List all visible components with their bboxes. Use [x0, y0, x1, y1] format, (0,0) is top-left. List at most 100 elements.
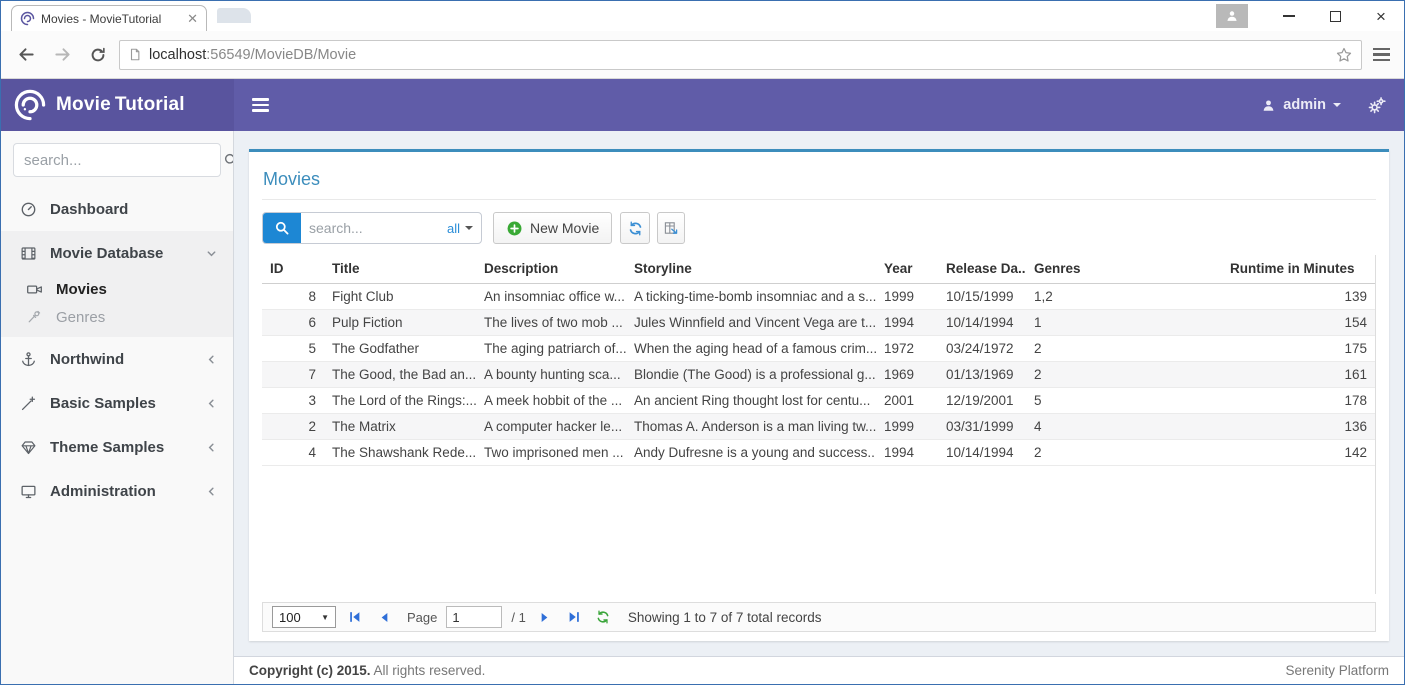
sidebar-search[interactable]: [13, 143, 221, 177]
browser-profile-button[interactable]: [1216, 4, 1248, 28]
sidebar-item-movie-database[interactable]: Movie Database: [1, 231, 233, 275]
sidebar-item-administration[interactable]: Administration: [1, 469, 233, 513]
column-header-title[interactable]: Title: [324, 255, 476, 284]
table-row[interactable]: 8 Fight Club An insomniac office w... A …: [262, 284, 1375, 310]
cell-description: The aging patriarch of...: [476, 336, 626, 362]
table-row[interactable]: 6 Pulp Fiction The lives of two mob ... …: [262, 310, 1375, 336]
chevron-down-icon: ▼: [321, 613, 329, 622]
cell-description: An insomniac office w...: [476, 284, 626, 310]
settings-cogs-icon[interactable]: [1367, 96, 1386, 115]
reload-button[interactable]: [83, 40, 113, 70]
sidebar-item-movies[interactable]: Movies: [1, 275, 233, 303]
forward-button[interactable]: [47, 40, 77, 70]
chevron-left-icon: [206, 354, 217, 365]
grid-header-row: ID Title Description Storyline Year Rele…: [262, 255, 1375, 284]
cell-runtime: 136: [1222, 414, 1375, 440]
grid-pager: 100 ▼ Page / 1: [262, 602, 1376, 632]
cell-title-link[interactable]: The Matrix: [324, 414, 476, 440]
column-header-genres[interactable]: Genres: [1026, 255, 1222, 284]
column-header-year[interactable]: Year: [876, 255, 938, 284]
sidebar: Dashboard Movie Database: [1, 131, 234, 684]
cell-id[interactable]: 4: [262, 440, 324, 466]
chevron-left-icon: [206, 442, 217, 453]
new-movie-label: New Movie: [530, 220, 599, 236]
refresh-icon: [627, 220, 644, 237]
page-title: Movies: [263, 169, 1376, 190]
sidebar-item-label: Dashboard: [50, 201, 128, 218]
back-button[interactable]: [11, 40, 41, 70]
cell-genres: 2: [1026, 336, 1222, 362]
cell-storyline: An ancient Ring thought lost for centu..…: [626, 388, 876, 414]
browser-menu-button[interactable]: [1368, 48, 1394, 62]
column-picker-button[interactable]: [657, 212, 685, 244]
cell-id[interactable]: 8: [262, 284, 324, 310]
cell-storyline: Andy Dufresne is a young and success...: [626, 440, 876, 466]
column-header-runtime[interactable]: Runtime in Minutes: [1222, 255, 1375, 284]
column-header-description[interactable]: Description: [476, 255, 626, 284]
browser-tab[interactable]: Movies - MovieTutorial ✕: [11, 5, 207, 31]
cell-title-link[interactable]: The Good, the Bad an...: [324, 362, 476, 388]
column-header-release-date[interactable]: Release Da...: [938, 255, 1026, 284]
cell-id[interactable]: 7: [262, 362, 324, 388]
data-grid: ID Title Description Storyline Year Rele…: [262, 255, 1376, 594]
window-minimize-button[interactable]: [1266, 2, 1312, 30]
sidebar-item-basic-samples[interactable]: Basic Samples: [1, 381, 233, 425]
magic-wand-icon: [17, 395, 39, 412]
new-tab-button[interactable]: [217, 8, 251, 23]
user-menu[interactable]: admin: [1261, 97, 1341, 113]
sidebar-item-northwind[interactable]: Northwind: [1, 337, 233, 381]
last-page-button[interactable]: [564, 607, 584, 627]
next-page-button[interactable]: [535, 607, 555, 627]
column-header-id[interactable]: ID: [262, 255, 324, 284]
sidebar-search-input[interactable]: [24, 152, 223, 169]
cell-title-link[interactable]: The Lord of the Rings:...: [324, 388, 476, 414]
tab-close-icon[interactable]: ✕: [187, 11, 198, 27]
sidebar-item-theme-samples[interactable]: Theme Samples: [1, 425, 233, 469]
cell-storyline: A ticking-time-bomb insomniac and a s...: [626, 284, 876, 310]
cell-id[interactable]: 5: [262, 336, 324, 362]
cell-title-link[interactable]: Fight Club: [324, 284, 476, 310]
cell-year: 1999: [876, 284, 938, 310]
previous-page-button[interactable]: [374, 607, 394, 627]
table-row[interactable]: 5 The Godfather The aging patriarch of..…: [262, 336, 1375, 362]
column-header-storyline[interactable]: Storyline: [626, 255, 876, 284]
search-field-dropdown[interactable]: all: [445, 213, 481, 243]
brand-logo[interactable]: MovieTutorial: [1, 79, 234, 131]
cell-id[interactable]: 6: [262, 310, 324, 336]
window-close-button[interactable]: ×: [1358, 2, 1404, 30]
table-row[interactable]: 4 The Shawshank Rede... Two imprisoned m…: [262, 440, 1375, 466]
quick-search-input[interactable]: [301, 213, 445, 243]
favicon-swirl-icon: [20, 11, 35, 26]
cell-genres: 4: [1026, 414, 1222, 440]
page-size-value: 100: [279, 610, 301, 625]
page-size-select[interactable]: 100 ▼: [272, 606, 336, 628]
sidebar-item-label: Movies: [56, 281, 107, 298]
table-row[interactable]: 7 The Good, the Bad an... A bounty hunti…: [262, 362, 1375, 388]
bookmark-star-icon[interactable]: [1335, 46, 1353, 64]
app-header: MovieTutorial admin: [1, 79, 1404, 131]
cell-runtime: 142: [1222, 440, 1375, 466]
window-maximize-button[interactable]: [1312, 2, 1358, 30]
cell-title-link[interactable]: Pulp Fiction: [324, 310, 476, 336]
maximize-icon: [1330, 11, 1341, 22]
sidebar-item-dashboard[interactable]: Dashboard: [1, 187, 233, 231]
cell-id[interactable]: 3: [262, 388, 324, 414]
table-row[interactable]: 2 The Matrix A computer hacker le... Tho…: [262, 414, 1375, 440]
refresh-grid-button[interactable]: [620, 212, 650, 244]
cell-title-link[interactable]: The Shawshank Rede...: [324, 440, 476, 466]
table-row[interactable]: 3 The Lord of the Rings:... A meek hobbi…: [262, 388, 1375, 414]
pager-refresh-icon[interactable]: [593, 607, 613, 627]
sidebar-item-genres[interactable]: Genres: [1, 303, 233, 331]
cell-id[interactable]: 2: [262, 414, 324, 440]
first-page-button[interactable]: [345, 607, 365, 627]
address-bar[interactable]: localhost:56549/MovieDB/Movie: [119, 40, 1362, 70]
cell-title-link[interactable]: The Godfather: [324, 336, 476, 362]
new-movie-button[interactable]: New Movie: [493, 212, 612, 244]
cell-description: A bounty hunting sca...: [476, 362, 626, 388]
cell-storyline: Jules Winnfield and Vincent Vega are t..…: [626, 310, 876, 336]
plus-circle-icon: [506, 220, 523, 237]
sidebar-toggle-button[interactable]: [252, 98, 269, 112]
page-number-input[interactable]: [446, 606, 502, 628]
quick-search-button[interactable]: [263, 213, 301, 243]
copyright-text: Copyright (c) 2015. All rights reserved.: [249, 663, 485, 678]
